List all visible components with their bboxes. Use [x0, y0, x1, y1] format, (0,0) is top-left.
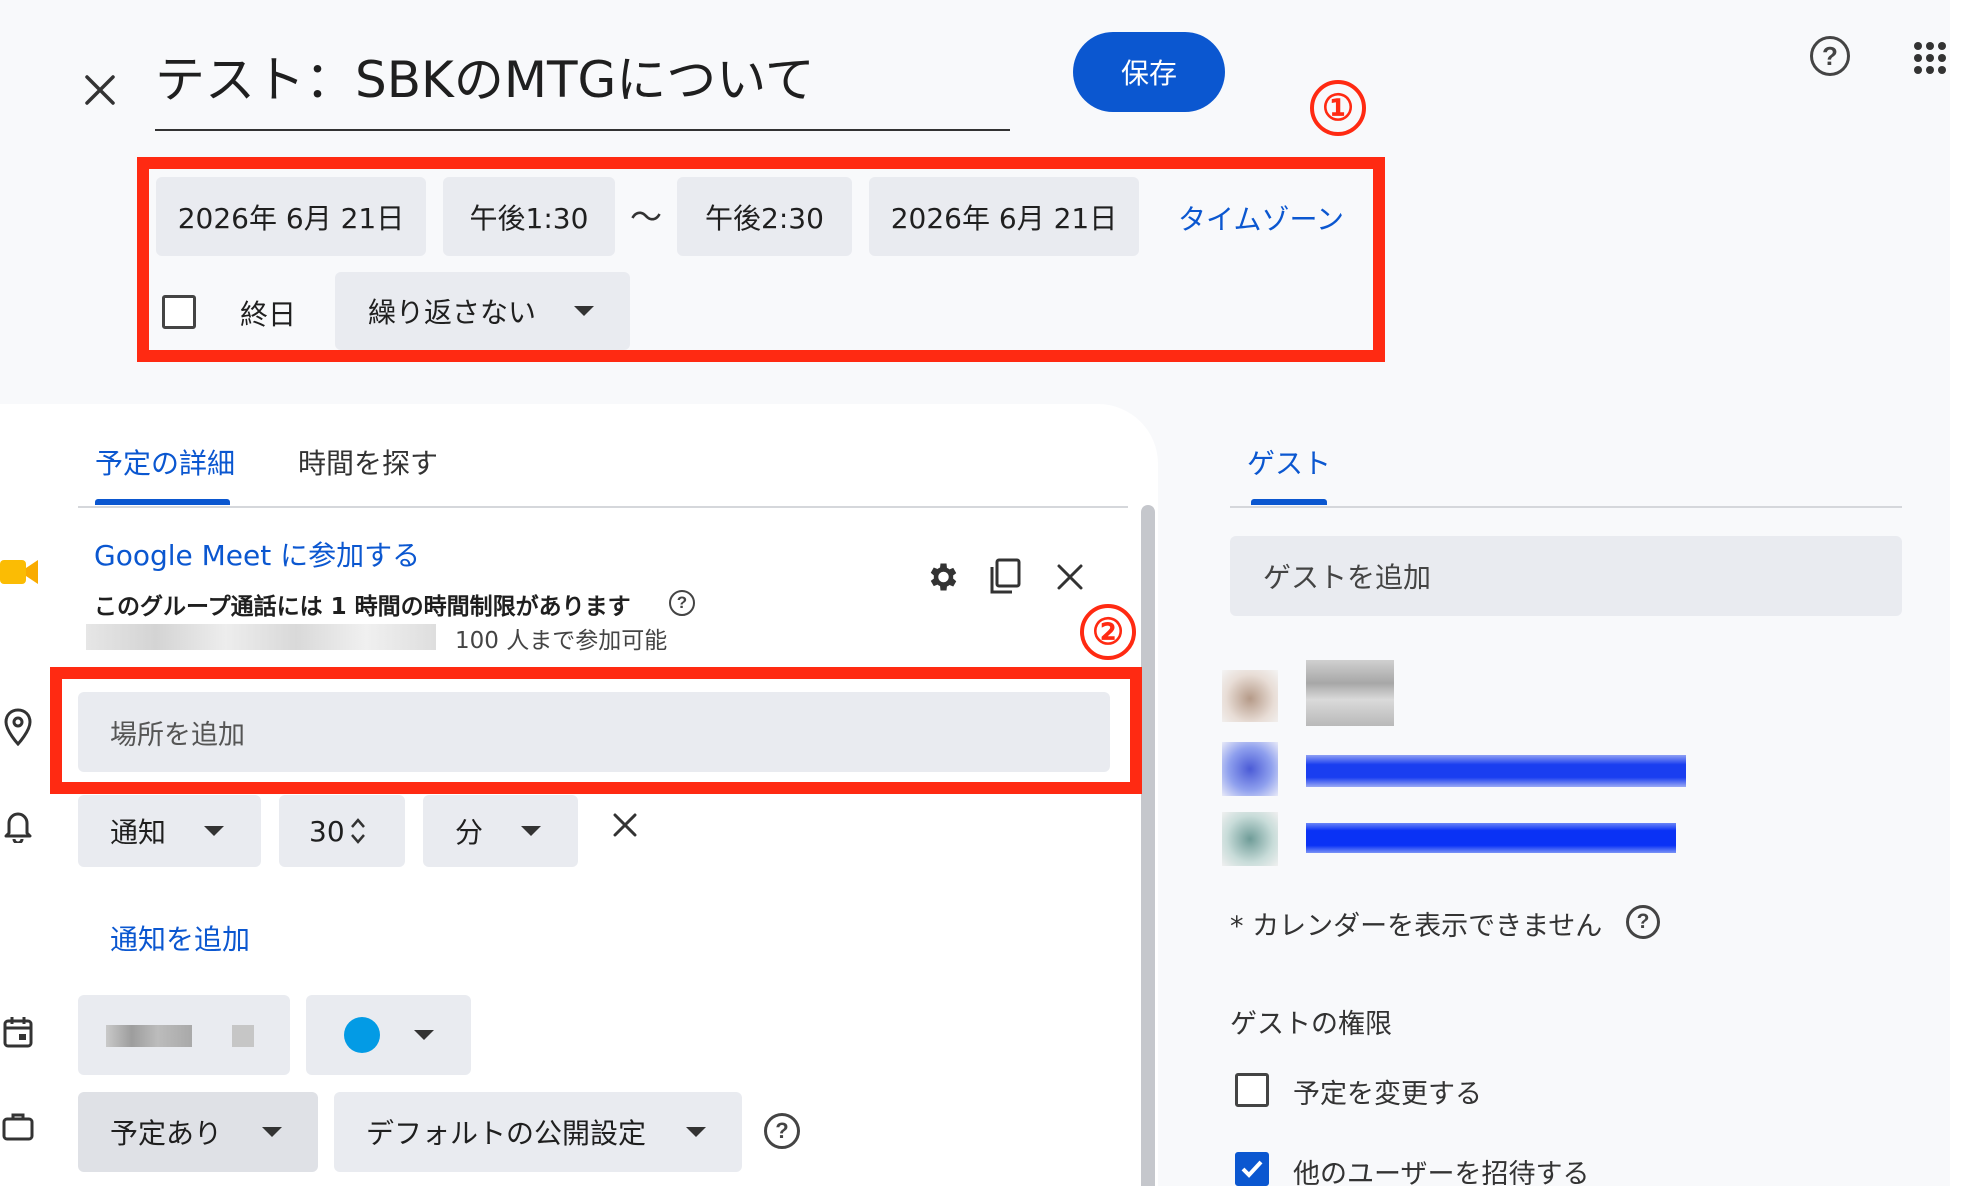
chevron-down-icon: [204, 826, 225, 836]
chevron-down-icon: [414, 1030, 434, 1040]
guest-avatar: [1222, 812, 1278, 866]
check-icon: [1241, 1160, 1263, 1178]
close-icon[interactable]: [70, 60, 130, 120]
calendar-owner-dropdown[interactable]: [78, 995, 290, 1075]
calendar-unavailable-note: * カレンダーを表示できません: [1230, 911, 1603, 942]
notification-unit-dropdown[interactable]: 分: [423, 795, 578, 867]
availability-text: 予定あり: [110, 1117, 223, 1150]
help-icon[interactable]: ?: [764, 1113, 800, 1149]
annotation-box-2: [50, 667, 1142, 794]
annotation-marker-1: ①: [1310, 80, 1366, 136]
visibility-text: デフォルトの公開設定: [366, 1117, 647, 1150]
tab-active-indicator: [95, 499, 230, 505]
briefcase-icon: [0, 1106, 36, 1146]
add-guest-input[interactable]: ゲストを追加: [1230, 536, 1902, 616]
blurred-calendar-name-2: [232, 1025, 254, 1047]
annotation-marker-2: ②: [1080, 604, 1136, 660]
notification-unit-text: 分: [455, 816, 484, 849]
permission-modify-label: 予定を変更する: [1293, 1079, 1482, 1110]
chevron-down-icon: [521, 826, 542, 836]
permission-invite-label: 他のユーザーを招待する: [1293, 1159, 1590, 1186]
guest-tab-indicator: [1251, 499, 1327, 505]
chevron-down-icon: [686, 1127, 707, 1137]
blurred-meet-link: [86, 624, 436, 650]
gear-icon[interactable]: [920, 555, 964, 599]
video-camera-icon: [0, 552, 40, 592]
tab-find-time[interactable]: 時間を探す: [298, 442, 438, 482]
copy-icon[interactable]: [983, 555, 1027, 599]
bell-icon: [0, 806, 36, 846]
permission-invite-checkbox[interactable]: [1235, 1152, 1269, 1186]
guest-name-blurred: [1306, 755, 1686, 787]
tab-event-details[interactable]: 予定の詳細: [95, 442, 235, 482]
scrollbar[interactable]: [1141, 505, 1155, 1186]
notification-type-text: 通知: [110, 816, 167, 849]
calendar-icon: [0, 1012, 36, 1052]
help-icon[interactable]: ?: [1626, 905, 1660, 939]
add-guest-placeholder: ゲストを追加: [1263, 561, 1432, 594]
calendar-color-dot: [344, 1017, 380, 1053]
title-input[interactable]: テスト：SBKのMTGについて: [155, 45, 1010, 131]
availability-dropdown[interactable]: 予定あり: [78, 1092, 318, 1172]
notification-value-text: 30: [309, 814, 345, 848]
guest-avatar: [1222, 742, 1278, 796]
guest-avatar: [1222, 670, 1278, 722]
tabs-divider: [78, 506, 1128, 508]
guest-name-blurred: [1306, 823, 1676, 853]
stepper-arrows-icon[interactable]: [349, 816, 367, 846]
annotation-box-1: [137, 157, 1385, 362]
help-icon[interactable]: ?: [1810, 36, 1850, 76]
guest-tab-divider: [1230, 506, 1902, 508]
save-button[interactable]: 保存: [1073, 32, 1225, 112]
permission-modify-checkbox[interactable]: [1235, 1073, 1269, 1107]
location-pin-icon: [0, 705, 36, 749]
apps-grid-icon[interactable]: [1908, 36, 1952, 80]
close-icon[interactable]: [605, 805, 645, 845]
chevron-down-icon: [262, 1127, 283, 1137]
blurred-calendar-name: [106, 1025, 192, 1047]
guest-name-blurred: [1306, 660, 1394, 726]
close-icon[interactable]: [1048, 555, 1092, 599]
tab-guests[interactable]: ゲスト: [1247, 442, 1331, 482]
save-label: 保存: [1120, 57, 1177, 90]
help-icon[interactable]: ?: [669, 590, 695, 616]
meet-limit-text: このグループ通話には 1 時間の時間制限があります: [94, 594, 631, 620]
visibility-dropdown[interactable]: デフォルトの公開設定: [334, 1092, 742, 1172]
meet-capacity-text: 100 人まで参加可能: [455, 628, 668, 654]
add-notification-link[interactable]: 通知を追加: [110, 918, 250, 958]
title-text: テスト：SBKのMTGについて: [155, 51, 815, 109]
notification-type-dropdown[interactable]: 通知: [78, 795, 261, 867]
calendar-color-dropdown[interactable]: [306, 995, 471, 1075]
guest-permissions-title: ゲストの権限: [1230, 1009, 1392, 1040]
notification-value-stepper[interactable]: 30: [279, 795, 405, 867]
window-edge: [1950, 0, 1984, 1186]
meet-join-link[interactable]: Google Meet に参加する: [94, 534, 420, 574]
